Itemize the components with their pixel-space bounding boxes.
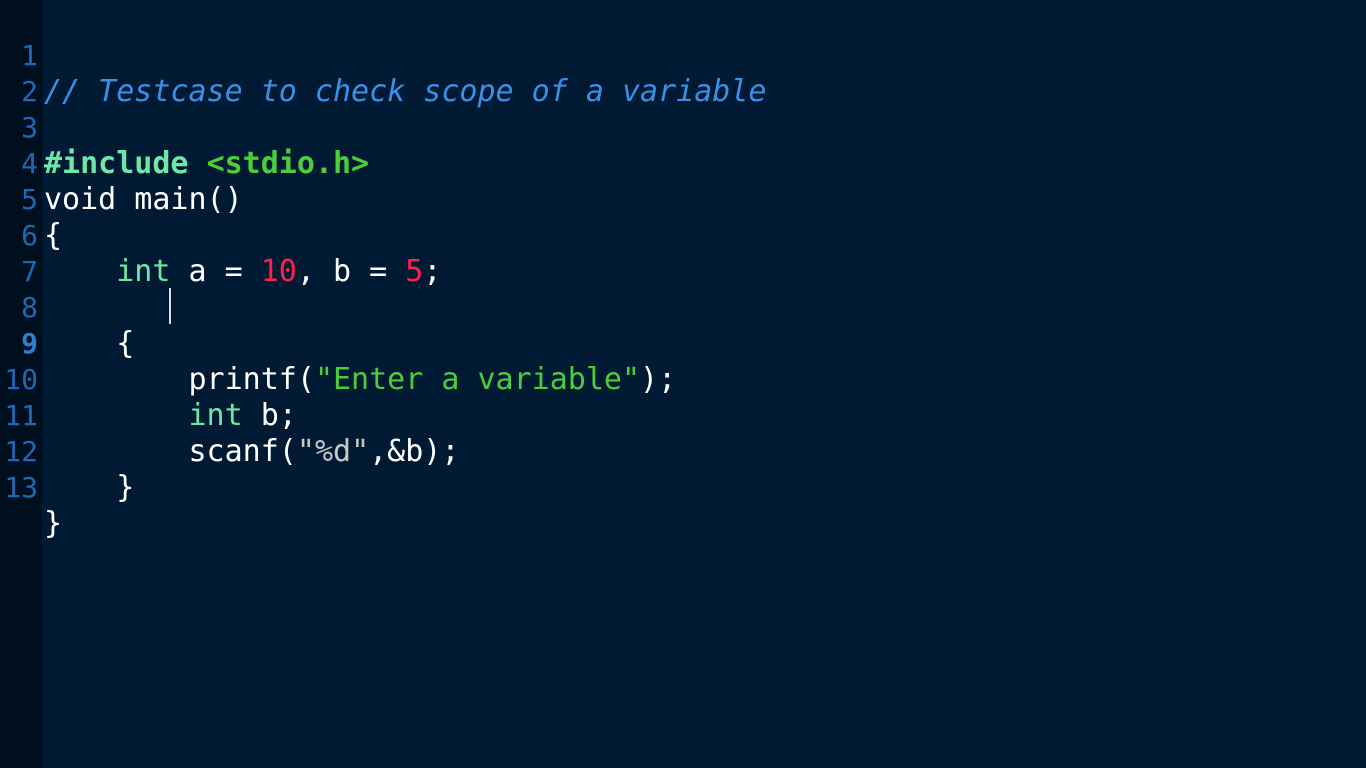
- code-editor[interactable]: 1 // Testcase to check scope of a variab…: [0, 0, 1366, 768]
- code-line-12[interactable]: 12 }: [0, 398, 1366, 505]
- code-line-7[interactable]: 7: [0, 218, 1366, 288]
- code-line-4[interactable]: 4 void main(): [0, 110, 1366, 217]
- line-number: 13: [4, 471, 38, 504]
- code-line-2[interactable]: 2: [0, 38, 1366, 108]
- code-line-11[interactable]: 11 scanf("%d",&b);: [0, 362, 1366, 469]
- code-line-6[interactable]: 6 int a = 10, b = 5;: [0, 182, 1366, 289]
- text-cursor: [169, 288, 171, 324]
- code-text: }: [44, 506, 63, 541]
- code-line-5[interactable]: 5 {: [0, 146, 1366, 253]
- code-text: }: [116, 470, 135, 505]
- code-area[interactable]: 1 // Testcase to check scope of a variab…: [0, 2, 1366, 541]
- code-line-3[interactable]: 3 #include <stdio.h>: [0, 74, 1366, 181]
- code-line-10[interactable]: 10 int b;: [0, 326, 1366, 433]
- code-line-1[interactable]: 1 // Testcase to check scope of a variab…: [0, 2, 1366, 109]
- code-line-9[interactable]: 9 printf("Enter a variable");: [0, 290, 1366, 397]
- code-line-13[interactable]: 13 }: [0, 434, 1366, 541]
- code-line-8[interactable]: 8 {: [0, 254, 1366, 361]
